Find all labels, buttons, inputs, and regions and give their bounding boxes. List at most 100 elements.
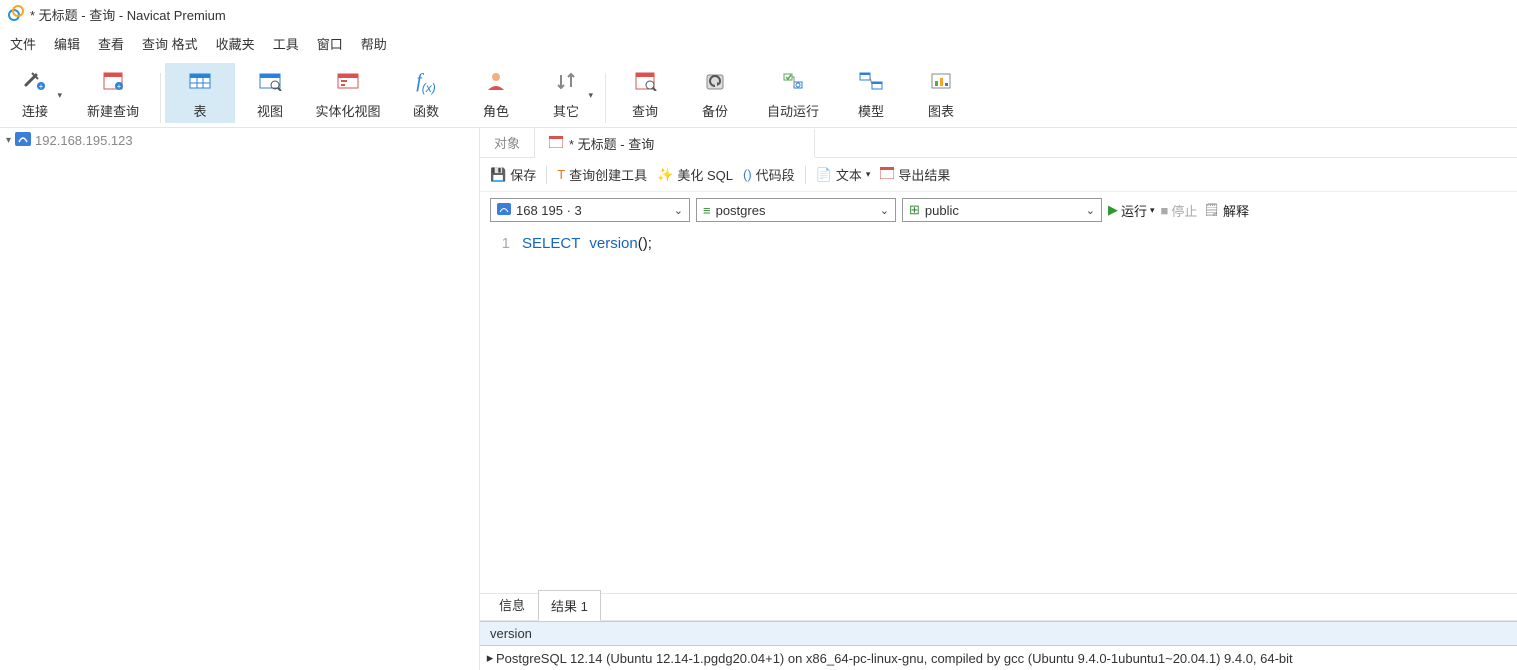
tool-connect[interactable]: +▾ 连接 [0,63,70,123]
tool-other[interactable]: ▾ 其它 [531,63,601,123]
result-grid: version ▸ PostgreSQL 12.14 (Ubuntu 12.14… [480,621,1517,670]
app-logo-icon [8,5,24,24]
tool-autorun[interactable]: 自动运行 [750,63,836,123]
main-toolbar: +▾ 连接 + 新建查询 表 视图 实体化视图 f(x) 函数 角色 ▾ 其它 … [0,58,1517,128]
menu-edit[interactable]: 编辑 [54,34,80,53]
row-marker-icon: ▸ [484,650,496,666]
chevron-down-icon: ⌄ [880,204,889,217]
database-value: postgres [716,203,766,218]
sql-editor[interactable]: 1 SELECT version(); [480,228,1517,593]
backup-icon [703,71,727,94]
stop-label: 停止 [1171,201,1197,220]
tab-objects[interactable]: 对象 [480,128,535,157]
query-icon [632,71,658,94]
line-gutter: 1 [480,228,518,593]
main-area: 对象 * 无标题 - 查询 💾 保存 T 查询创建工具 ✨ 美化 SQL [480,128,1517,670]
tool-model-label: 模型 [858,101,884,120]
tool-function-label: 函数 [413,101,439,120]
cell-version: PostgreSQL 12.14 (Ubuntu 12.14-1.pgdg20.… [496,651,1293,666]
explain-button[interactable]: 🗒 解释 [1203,201,1249,220]
play-icon: ▶ [1108,202,1118,218]
tool-materialized-view[interactable]: 实体化视图 [305,63,391,123]
export-icon [880,167,894,182]
menu-bar: 文件 编辑 查看 查询 格式 收藏夹 工具 窗口 帮助 [0,28,1517,58]
menu-help[interactable]: 帮助 [361,34,387,53]
connection-value: 168 195 · 3 [516,203,582,218]
save-button[interactable]: 💾 保存 [490,165,536,184]
menu-window[interactable]: 窗口 [317,34,343,53]
snippet-button[interactable]: () 代码段 [743,165,795,184]
builder-icon: T [557,167,565,182]
tool-table[interactable]: 表 [165,63,235,123]
function-call: version [589,235,637,252]
export-result-button[interactable]: 导出结果 [880,165,950,184]
schema-combo[interactable]: ⊞public ⌄ [902,198,1102,222]
tool-role-label: 角色 [483,101,509,120]
function-icon: f(x) [416,70,436,95]
col-version: version [490,626,532,641]
separator [160,73,161,123]
expand-icon[interactable]: ▾ [6,135,11,146]
code-content[interactable]: SELECT version(); [518,228,1517,593]
query-toolbar: 💾 保存 T 查询创建工具 ✨ 美化 SQL () 代码段 📄 文本 ▾ [480,158,1517,192]
chevron-down-icon: ▾ [588,90,593,101]
chevron-down-icon: ▾ [57,90,62,101]
database-icon: ≡ [703,203,711,218]
text-label: 文本 [836,165,862,184]
beautify-icon: ✨ [657,167,673,183]
column-header[interactable]: version [480,622,1517,646]
tool-chart-label: 图表 [928,101,954,120]
tool-backup[interactable]: 备份 [680,63,750,123]
stop-button: ■ 停止 [1161,201,1198,220]
result-tab-info[interactable]: 信息 [486,589,538,620]
export-label: 导出结果 [898,165,950,184]
tool-query[interactable]: 查询 [610,63,680,123]
svg-text:+: + [117,82,122,91]
tool-function[interactable]: f(x) 函数 [391,63,461,123]
menu-file[interactable]: 文件 [10,34,36,53]
database-combo[interactable]: ≡ postgres ⌄ [696,198,896,222]
table-row[interactable]: ▸ PostgreSQL 12.14 (Ubuntu 12.14-1.pgdg2… [480,646,1517,670]
tool-chart[interactable]: 图表 [906,63,976,123]
other-icon [555,71,577,94]
tool-backup-label: 备份 [702,101,728,120]
beautify-sql-button[interactable]: ✨ 美化 SQL [657,165,733,184]
chevron-down-icon: ⌄ [674,204,683,217]
menu-query-format[interactable]: 查询 格式 [142,34,198,53]
tool-role[interactable]: 角色 [461,63,531,123]
svg-text:+: + [39,82,44,91]
tab-query[interactable]: * 无标题 - 查询 [535,129,815,158]
connection-combo[interactable]: 168 195 · 3 ⌄ [490,198,690,222]
menu-view[interactable]: 查看 [98,34,124,53]
result-tab-result1[interactable]: 结果 1 [538,590,601,621]
tree-item-connection[interactable]: ▾ 192.168.195.123 [6,132,473,149]
postgres-icon [15,132,31,149]
explain-icon: 🗒 [1203,202,1220,218]
tool-view-label: 视图 [257,101,283,120]
tool-view[interactable]: 视图 [235,63,305,123]
builder-label: 查询创建工具 [569,165,647,184]
tool-mview-label: 实体化视图 [315,101,380,120]
postgres-icon [497,203,511,218]
tab-query-label: * 无标题 - 查询 [569,134,654,153]
menu-tools[interactable]: 工具 [273,34,299,53]
tool-new-query-label: 新建查询 [87,101,139,120]
mview-icon [335,71,361,94]
chevron-down-icon: ▾ [866,169,871,180]
query-tab-icon [549,136,563,151]
menu-favorites[interactable]: 收藏夹 [216,34,255,53]
query-builder-button[interactable]: T 查询创建工具 [557,165,647,184]
code-tail: (); [638,235,652,252]
plug-icon: + [22,71,48,94]
connection-selectors: 168 195 · 3 ⌄ ≡ postgres ⌄ ⊞public ⌄ ▶ 运行… [480,192,1517,228]
schema-icon: ⊞ [909,202,920,218]
save-label: 保存 [510,165,536,184]
run-button[interactable]: ▶ 运行 ▾ [1108,201,1155,220]
editor-tabs: 对象 * 无标题 - 查询 [480,128,1517,158]
text-button[interactable]: 📄 文本 ▾ [816,165,871,184]
line-number: 1 [502,235,510,252]
explain-label: 解释 [1223,201,1249,220]
separator [605,73,606,123]
tool-new-query[interactable]: + 新建查询 [70,63,156,123]
tool-model[interactable]: 模型 [836,63,906,123]
